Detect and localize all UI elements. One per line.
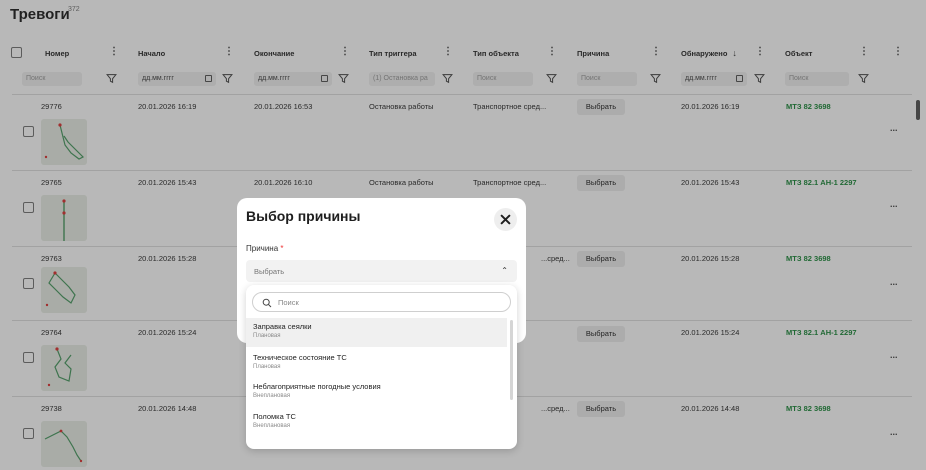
reason-dropdown: Поиск Заправка сеялки Плановая Техническ… <box>246 285 517 449</box>
dropdown-search-input[interactable]: Поиск <box>252 292 511 312</box>
search-icon <box>262 298 272 308</box>
reason-option[interactable]: Неблагоприятные погодные условия Внеплан… <box>246 378 507 407</box>
dropdown-scrollbar[interactable] <box>510 320 513 400</box>
close-icon <box>500 214 511 225</box>
option-type: Плановая <box>253 364 281 370</box>
option-title: Поломка ТС <box>253 412 296 421</box>
option-title: Техническое состояние ТС <box>253 353 347 362</box>
select-placeholder: Выбрать <box>254 267 285 276</box>
reason-select[interactable]: Выбрать ⌃ <box>246 260 517 282</box>
option-type: Внеплановая <box>253 393 291 399</box>
option-title: Неблагоприятные погодные условия <box>253 382 381 391</box>
reason-option[interactable]: Техническое состояние ТС Плановая <box>246 349 507 378</box>
close-button[interactable] <box>494 208 517 231</box>
required-mark: * <box>280 244 284 253</box>
reason-option[interactable]: Поломка ТС Внеплановая <box>246 408 507 437</box>
search-placeholder: Поиск <box>278 298 299 307</box>
reason-option[interactable]: Заправка сеялки Плановая <box>246 318 507 347</box>
option-type: Плановая <box>253 333 281 339</box>
field-label-text: Причина <box>246 244 279 253</box>
chevron-up-icon: ⌃ <box>501 266 508 275</box>
reason-field-label: Причина * <box>246 244 284 253</box>
option-title: Заправка сеялки <box>253 322 312 331</box>
option-type: Внеплановая <box>253 423 291 429</box>
modal-title: Выбор причины <box>246 208 361 224</box>
